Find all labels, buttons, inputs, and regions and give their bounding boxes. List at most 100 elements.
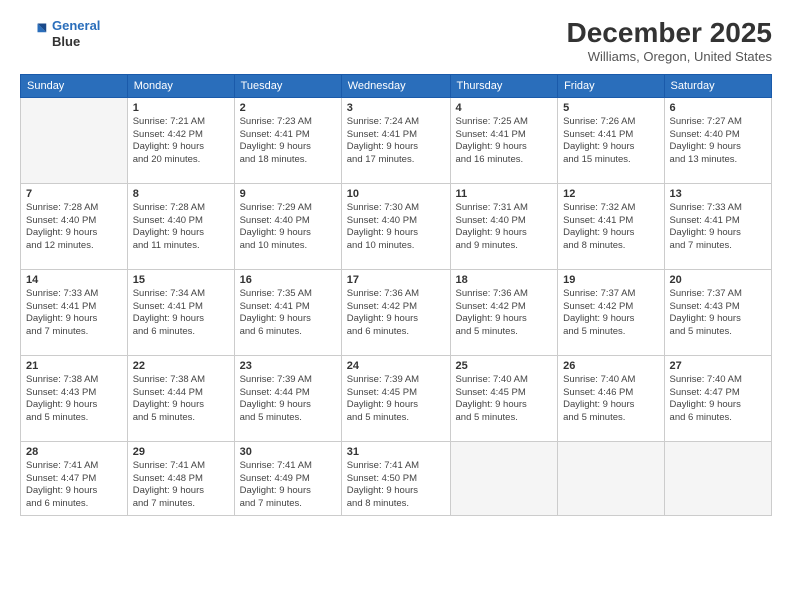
day-cell: 20 Sunrise: 7:37 AMSunset: 4:43 PMDayligh… [664,269,771,355]
day-number: 18 [456,274,553,286]
day-info: Sunrise: 7:37 AMSunset: 4:43 PMDaylight:… [670,288,766,339]
day-cell: 24 Sunrise: 7:39 AMSunset: 4:45 PMDayligh… [341,355,450,441]
day-cell: 22Sunrise: 7:38 AMSunset: 4:44 PMDayligh… [127,355,234,441]
day-number: 12 [563,188,658,200]
day-cell: 5 Sunrise: 7:26 AMSunset: 4:41 PMDaylight… [558,97,664,183]
col-thursday: Thursday [450,74,558,97]
day-number: 1 [133,102,229,114]
col-wednesday: Wednesday [341,74,450,97]
logo-text: General Blue [52,18,100,49]
day-number: 28 [26,446,122,458]
day-number: 20 [670,274,766,286]
col-tuesday: Tuesday [234,74,341,97]
col-monday: Monday [127,74,234,97]
day-cell: 4 Sunrise: 7:25 AMSunset: 4:41 PMDaylight… [450,97,558,183]
day-cell: 13 Sunrise: 7:33 AMSunset: 4:41 PMDayligh… [664,183,771,269]
day-number: 31 [347,446,445,458]
week-row-5: 28Sunrise: 7:41 AMSunset: 4:47 PMDayligh… [21,441,772,515]
day-number: 3 [347,102,445,114]
day-info: Sunrise: 7:36 AMSunset: 4:42 PMDaylight:… [456,288,553,339]
col-saturday: Saturday [664,74,771,97]
day-number: 25 [456,360,553,372]
day-info: Sunrise: 7:26 AMSunset: 4:41 PMDaylight:… [563,116,658,167]
day-cell: 27Sunrise: 7:40 AMSunset: 4:47 PMDayligh… [664,355,771,441]
day-cell: 10Sunrise: 7:30 AMSunset: 4:40 PMDayligh… [341,183,450,269]
day-cell: 30 Sunrise: 7:41 AMSunset: 4:49 PMDayligh… [234,441,341,515]
day-number: 7 [26,188,122,200]
day-cell: 29 Sunrise: 7:41 AMSunset: 4:48 PMDayligh… [127,441,234,515]
day-info: Sunrise: 7:39 AMSunset: 4:44 PMDaylight:… [240,374,336,425]
day-cell: 11Sunrise: 7:31 AMSunset: 4:40 PMDayligh… [450,183,558,269]
day-info: Sunrise: 7:41 AMSunset: 4:49 PMDaylight:… [240,460,336,511]
page: General Blue December 2025 Williams, Ore… [0,0,792,612]
day-info: Sunrise: 7:32 AMSunset: 4:41 PMDaylight:… [563,202,658,253]
day-number: 19 [563,274,658,286]
day-info: Sunrise: 7:27 AMSunset: 4:40 PMDaylight:… [670,116,766,167]
day-cell: 8 Sunrise: 7:28 AMSunset: 4:40 PMDaylight… [127,183,234,269]
day-number: 9 [240,188,336,200]
day-cell: 26Sunrise: 7:40 AMSunset: 4:46 PMDayligh… [558,355,664,441]
col-sunday: Sunday [21,74,128,97]
day-number: 17 [347,274,445,286]
week-row-2: 7 Sunrise: 7:28 AMSunset: 4:40 PMDaylight… [21,183,772,269]
day-number: 29 [133,446,229,458]
day-info: Sunrise: 7:36 AMSunset: 4:42 PMDaylight:… [347,288,445,339]
day-cell: 14 Sunrise: 7:33 AMSunset: 4:41 PMDayligh… [21,269,128,355]
day-cell: 7Sunrise: 7:28 AMSunset: 4:40 PMDaylight… [21,183,128,269]
day-info: Sunrise: 7:33 AMSunset: 4:41 PMDaylight:… [670,202,766,253]
day-cell: 18 Sunrise: 7:36 AMSunset: 4:42 PMDayligh… [450,269,558,355]
day-info: Sunrise: 7:29 AMSunset: 4:40 PMDaylight:… [240,202,336,253]
day-cell: 17 Sunrise: 7:36 AMSunset: 4:42 PMDayligh… [341,269,450,355]
day-info: Sunrise: 7:33 AMSunset: 4:41 PMDaylight:… [26,288,122,339]
day-info: Sunrise: 7:41 AMSunset: 4:48 PMDaylight:… [133,460,229,511]
day-info: Sunrise: 7:25 AMSunset: 4:41 PMDaylight:… [456,116,553,167]
day-cell: 12 Sunrise: 7:32 AMSunset: 4:41 PMDayligh… [558,183,664,269]
day-number: 5 [563,102,658,114]
day-cell: 1 Sunrise: 7:21 AMSunset: 4:42 PMDaylight… [127,97,234,183]
day-cell: 2 Sunrise: 7:23 AMSunset: 4:41 PMDaylight… [234,97,341,183]
day-number: 8 [133,188,229,200]
day-info: Sunrise: 7:21 AMSunset: 4:42 PMDaylight:… [133,116,229,167]
day-info: Sunrise: 7:39 AMSunset: 4:45 PMDaylight:… [347,374,445,425]
day-number: 16 [240,274,336,286]
day-info: Sunrise: 7:35 AMSunset: 4:41 PMDaylight:… [240,288,336,339]
logo-icon [20,20,48,48]
day-cell: 23 Sunrise: 7:39 AMSunset: 4:44 PMDayligh… [234,355,341,441]
month-title: December 2025 [567,18,772,49]
logo: General Blue [20,18,100,49]
day-info: Sunrise: 7:38 AMSunset: 4:43 PMDaylight:… [26,374,122,425]
day-info: Sunrise: 7:31 AMSunset: 4:40 PMDaylight:… [456,202,553,253]
week-row-1: 1 Sunrise: 7:21 AMSunset: 4:42 PMDaylight… [21,97,772,183]
day-info: Sunrise: 7:40 AMSunset: 4:45 PMDaylight:… [456,374,553,425]
day-number: 24 [347,360,445,372]
day-cell [664,441,771,515]
day-cell [21,97,128,183]
day-cell: 9 Sunrise: 7:29 AMSunset: 4:40 PMDaylight… [234,183,341,269]
day-info: Sunrise: 7:41 AMSunset: 4:50 PMDaylight:… [347,460,445,511]
day-info: Sunrise: 7:28 AMSunset: 4:40 PMDaylight:… [133,202,229,253]
day-info: Sunrise: 7:40 AMSunset: 4:47 PMDaylight:… [670,374,766,425]
day-info: Sunrise: 7:24 AMSunset: 4:41 PMDaylight:… [347,116,445,167]
week-row-4: 21Sunrise: 7:38 AMSunset: 4:43 PMDayligh… [21,355,772,441]
day-cell: 3 Sunrise: 7:24 AMSunset: 4:41 PMDaylight… [341,97,450,183]
day-cell: 31 Sunrise: 7:41 AMSunset: 4:50 PMDayligh… [341,441,450,515]
day-cell [558,441,664,515]
title-block: December 2025 Williams, Oregon, United S… [567,18,772,64]
day-cell: 21Sunrise: 7:38 AMSunset: 4:43 PMDayligh… [21,355,128,441]
day-number: 13 [670,188,766,200]
day-number: 15 [133,274,229,286]
day-number: 2 [240,102,336,114]
day-cell: 28Sunrise: 7:41 AMSunset: 4:47 PMDayligh… [21,441,128,515]
day-number: 30 [240,446,336,458]
week-row-3: 14 Sunrise: 7:33 AMSunset: 4:41 PMDayligh… [21,269,772,355]
day-number: 23 [240,360,336,372]
day-info: Sunrise: 7:40 AMSunset: 4:46 PMDaylight:… [563,374,658,425]
day-cell: 6Sunrise: 7:27 AMSunset: 4:40 PMDaylight… [664,97,771,183]
day-number: 4 [456,102,553,114]
day-number: 22 [133,360,229,372]
day-info: Sunrise: 7:37 AMSunset: 4:42 PMDaylight:… [563,288,658,339]
header: General Blue December 2025 Williams, Ore… [20,18,772,64]
day-number: 14 [26,274,122,286]
day-info: Sunrise: 7:34 AMSunset: 4:41 PMDaylight:… [133,288,229,339]
day-info: Sunrise: 7:23 AMSunset: 4:41 PMDaylight:… [240,116,336,167]
